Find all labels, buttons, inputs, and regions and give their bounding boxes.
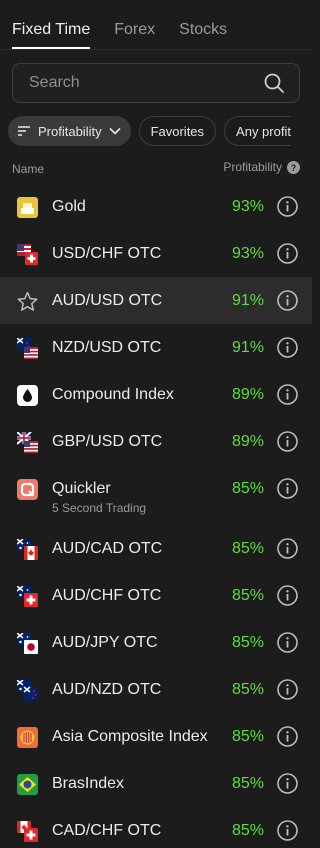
flag-gb-us-icon xyxy=(17,432,38,453)
column-header: Name Profitability ? xyxy=(12,160,300,176)
asset-row[interactable]: AUD/JPY OTC 85% xyxy=(0,619,312,666)
info-icon[interactable] xyxy=(277,431,298,452)
asset-profitability: 85% xyxy=(231,728,264,745)
sort-label: Profitability xyxy=(38,123,102,139)
tab-forex[interactable]: Forex xyxy=(114,21,155,48)
asset-name: CAD/CHF OTC xyxy=(52,822,162,839)
info-icon[interactable] xyxy=(277,538,298,559)
asset-profitability: 85% xyxy=(231,822,264,839)
asset-name: Compound Index xyxy=(52,386,174,403)
asset-profitability: 85% xyxy=(231,540,264,557)
info-icon[interactable] xyxy=(277,290,298,311)
search-input[interactable] xyxy=(29,74,263,92)
info-icon[interactable] xyxy=(277,632,298,653)
search-box xyxy=(12,63,300,103)
column-name: Name xyxy=(12,162,45,176)
info-icon[interactable] xyxy=(277,679,298,700)
asset-row[interactable]: BrasIndex 85% xyxy=(0,760,312,807)
asset-row[interactable]: CAD/CHF OTC 85% xyxy=(0,807,312,848)
tab-fixed-time[interactable]: Fixed Time xyxy=(12,21,91,49)
info-icon[interactable] xyxy=(277,585,298,606)
info-icon[interactable] xyxy=(277,820,298,841)
asset-profitability: 85% xyxy=(231,681,264,698)
asset-profitability: 85% xyxy=(231,775,264,792)
tab-stocks[interactable]: Stocks xyxy=(179,21,227,48)
asset-row[interactable]: Asia Composite Index 85% xyxy=(0,713,312,760)
asean-emblem-icon xyxy=(17,727,38,748)
flag-au-jp-icon xyxy=(17,633,38,654)
info-icon[interactable] xyxy=(277,384,298,405)
flag-br-icon xyxy=(17,774,38,795)
flag-au-nz-icon xyxy=(17,680,38,701)
asset-row[interactable]: Quickler 5 Second Trading 85% xyxy=(0,465,312,525)
asset-name: USD/CHF OTC xyxy=(52,245,162,262)
asset-list: Gold 93% USD/CHF OTC 93% AUD/USD OTC 91% xyxy=(0,183,312,848)
asset-name: Quickler xyxy=(52,480,111,497)
info-icon[interactable] xyxy=(277,337,298,358)
asset-name: AUD/USD OTC xyxy=(52,292,163,309)
star-icon[interactable] xyxy=(17,291,38,312)
info-icon[interactable] xyxy=(277,478,298,499)
asset-subtitle: 5 Second Trading xyxy=(52,501,147,515)
flag-ca-ch-icon xyxy=(17,821,38,842)
gold-icon xyxy=(17,197,38,218)
asset-row[interactable]: USD/CHF OTC 93% xyxy=(0,230,312,277)
asset-row[interactable]: AUD/USD OTC 91% xyxy=(0,277,312,324)
asset-profitability: 85% xyxy=(231,480,264,497)
flag-au-ca-icon xyxy=(17,539,38,560)
asset-row[interactable]: AUD/NZD OTC 85% xyxy=(0,666,312,713)
asset-type-tabs: Fixed Time Forex Stocks xyxy=(0,0,312,50)
asset-profitability: 89% xyxy=(231,433,264,450)
flag-us-ch-icon xyxy=(17,244,38,265)
quickler-icon xyxy=(17,479,38,500)
asset-name: AUD/JPY OTC xyxy=(52,634,158,651)
asset-profitability: 85% xyxy=(231,634,264,651)
droplet-icon xyxy=(17,385,38,406)
asset-name: AUD/CHF OTC xyxy=(52,587,162,604)
chevron-down-icon xyxy=(109,127,121,135)
search-icon[interactable] xyxy=(263,72,285,94)
filter-bar: Profitability Favorites Any profit xyxy=(8,116,312,147)
info-icon[interactable] xyxy=(277,726,298,747)
asset-profitability: 93% xyxy=(231,245,264,262)
asset-name: AUD/NZD OTC xyxy=(52,681,162,698)
asset-profitability: 89% xyxy=(231,386,264,403)
asset-name: AUD/CAD OTC xyxy=(52,540,163,557)
asset-profitability: 93% xyxy=(231,198,264,215)
column-profitability[interactable]: Profitability xyxy=(223,160,282,174)
asset-profitability: 85% xyxy=(231,587,264,604)
flag-nz-us-icon xyxy=(17,338,38,359)
asset-name: GBP/USD OTC xyxy=(52,433,163,450)
info-icon[interactable] xyxy=(277,773,298,794)
asset-row[interactable]: Compound Index 89% xyxy=(0,371,312,418)
sort-dropdown[interactable]: Profitability xyxy=(8,116,131,146)
svg-text:?: ? xyxy=(291,163,297,173)
asset-profitability: 91% xyxy=(231,339,264,356)
favorites-filter[interactable]: Favorites xyxy=(138,116,217,146)
asset-profitability: 91% xyxy=(231,292,264,309)
flag-au-ch-icon xyxy=(17,586,38,607)
sort-icon xyxy=(18,126,30,136)
asset-name: NZD/USD OTC xyxy=(52,339,162,356)
asset-row[interactable]: Gold 93% xyxy=(0,183,312,230)
asset-row[interactable]: GBP/USD OTC 89% xyxy=(0,418,312,465)
asset-row[interactable]: AUD/CAD OTC 85% xyxy=(0,525,312,572)
asset-name: BrasIndex xyxy=(52,775,125,792)
help-icon[interactable]: ? xyxy=(287,161,300,174)
asset-row[interactable]: NZD/USD OTC 91% xyxy=(0,324,312,371)
asset-name: Asia Composite Index xyxy=(52,728,208,745)
asset-row[interactable]: AUD/CHF OTC 85% xyxy=(0,572,312,619)
asset-name: Gold xyxy=(52,198,86,215)
any-profit-filter[interactable]: Any profit xyxy=(224,116,291,146)
info-icon[interactable] xyxy=(277,243,298,264)
info-icon[interactable] xyxy=(277,196,298,217)
